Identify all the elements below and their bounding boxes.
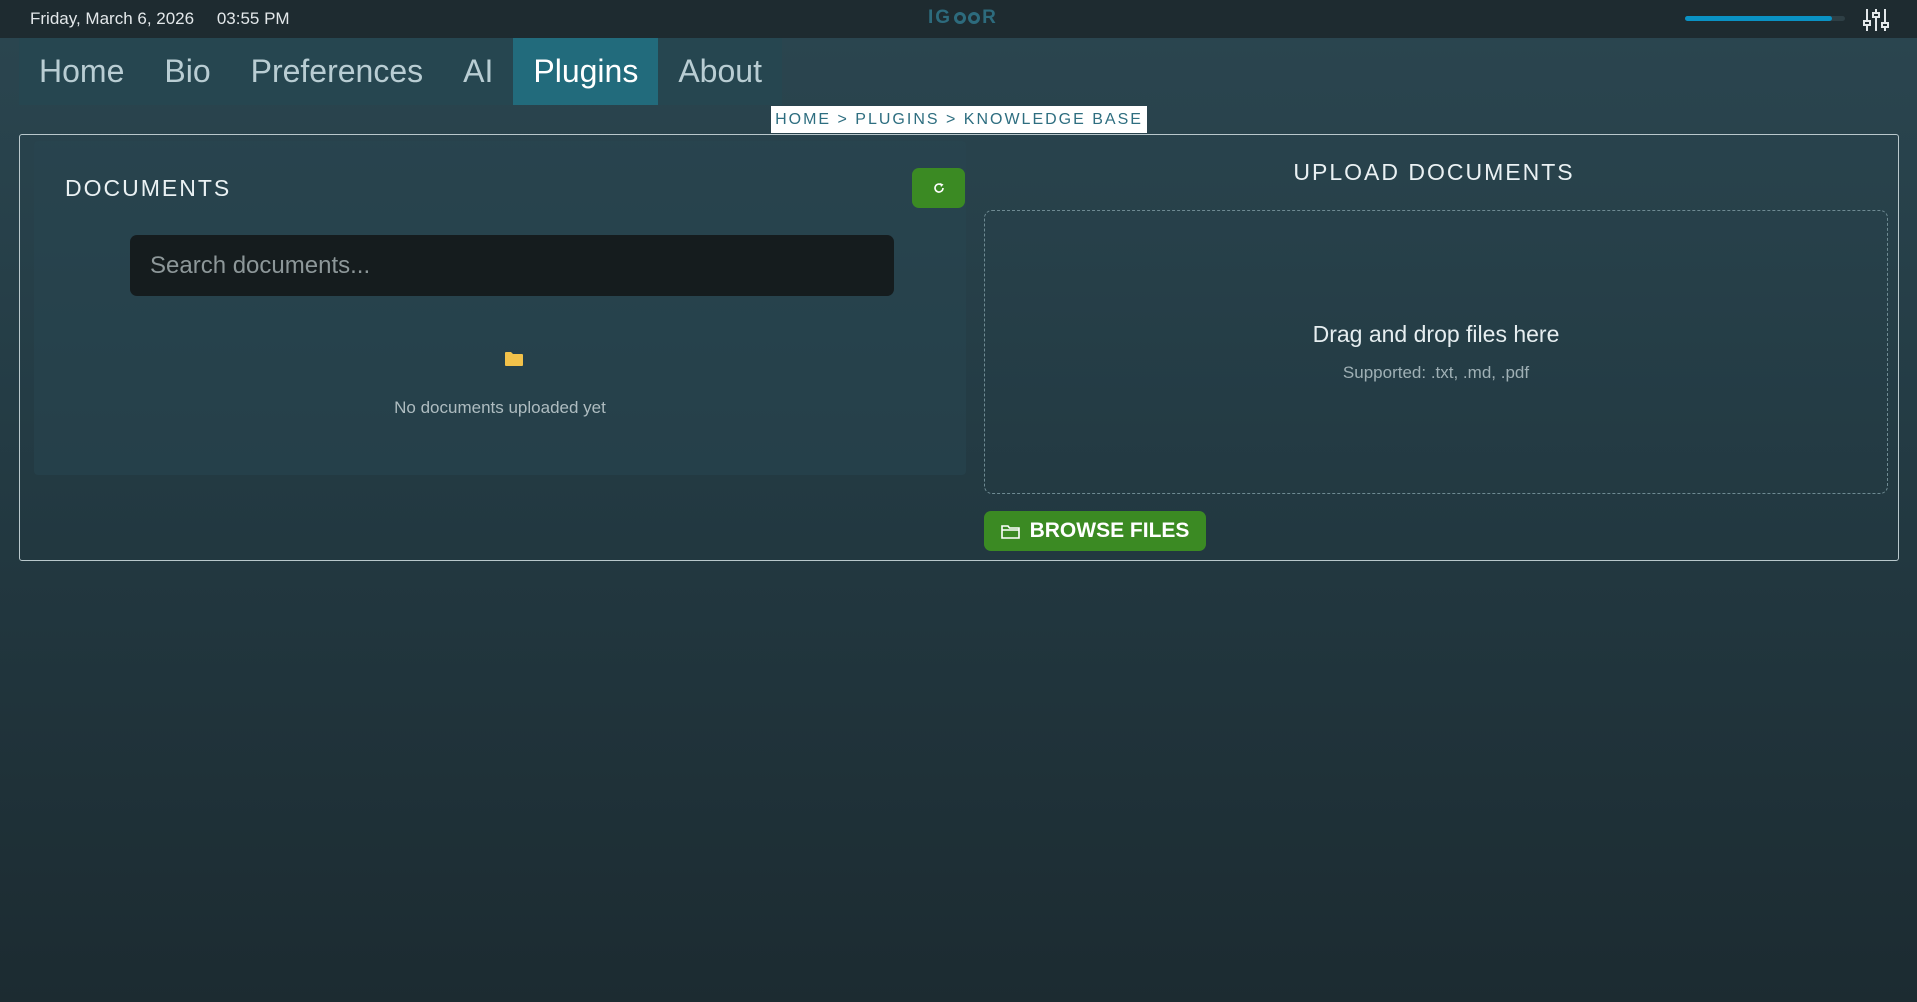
time-text: 03:55 PM bbox=[216, 9, 290, 28]
main-nav: Home Bio Preferences AI Plugins About bbox=[19, 38, 782, 105]
status-bar: Friday, March 6, 2026 03:55 PM IG R bbox=[0, 0, 1917, 38]
empty-state-text: No documents uploaded yet bbox=[394, 398, 606, 417]
documents-title: DOCUMENTS bbox=[65, 175, 232, 201]
dropzone-title: Drag and drop files here bbox=[1312, 321, 1560, 347]
tab-preferences[interactable]: Preferences bbox=[231, 38, 444, 105]
logo-eyes-icon bbox=[953, 12, 981, 24]
refresh-button[interactable] bbox=[912, 168, 965, 208]
file-dropzone[interactable]: Drag and drop files here Supported: .txt… bbox=[984, 210, 1888, 494]
volume-slider[interactable] bbox=[1685, 16, 1845, 21]
tab-bio[interactable]: Bio bbox=[144, 38, 230, 105]
tab-plugins[interactable]: Plugins bbox=[513, 38, 659, 105]
browse-files-button[interactable]: BROWSE FILES bbox=[984, 511, 1206, 551]
date-text: Friday, March 6, 2026 bbox=[30, 9, 195, 28]
dropzone-subtitle: Supported: .txt, .md, .pdf bbox=[1342, 363, 1530, 382]
tab-ai[interactable]: AI bbox=[443, 38, 513, 105]
folder-outline-icon bbox=[1000, 524, 1020, 539]
tab-about[interactable]: About bbox=[658, 38, 782, 105]
documents-card: DOCUMENTS No documents uploaded yet bbox=[34, 141, 966, 475]
volume-fill bbox=[1685, 16, 1833, 21]
date-time: Friday, March 6, 2026 03:55 PM bbox=[30, 9, 308, 29]
refresh-icon bbox=[933, 183, 944, 193]
browse-files-label: BROWSE FILES bbox=[1029, 519, 1190, 542]
upload-title: UPLOAD DOCUMENTS bbox=[1293, 159, 1575, 185]
breadcrumb: HOME > PLUGINS > KNOWLEDGE BASE bbox=[771, 106, 1147, 133]
knowledge-base-panel: DOCUMENTS No documents uploaded yet UPLO… bbox=[19, 134, 1899, 561]
sliders-icon[interactable] bbox=[1862, 7, 1890, 33]
tab-home[interactable]: Home bbox=[19, 38, 144, 105]
search-documents-input[interactable] bbox=[130, 235, 894, 296]
app-logo: IG R bbox=[928, 7, 998, 28]
folder-icon bbox=[505, 352, 523, 366]
